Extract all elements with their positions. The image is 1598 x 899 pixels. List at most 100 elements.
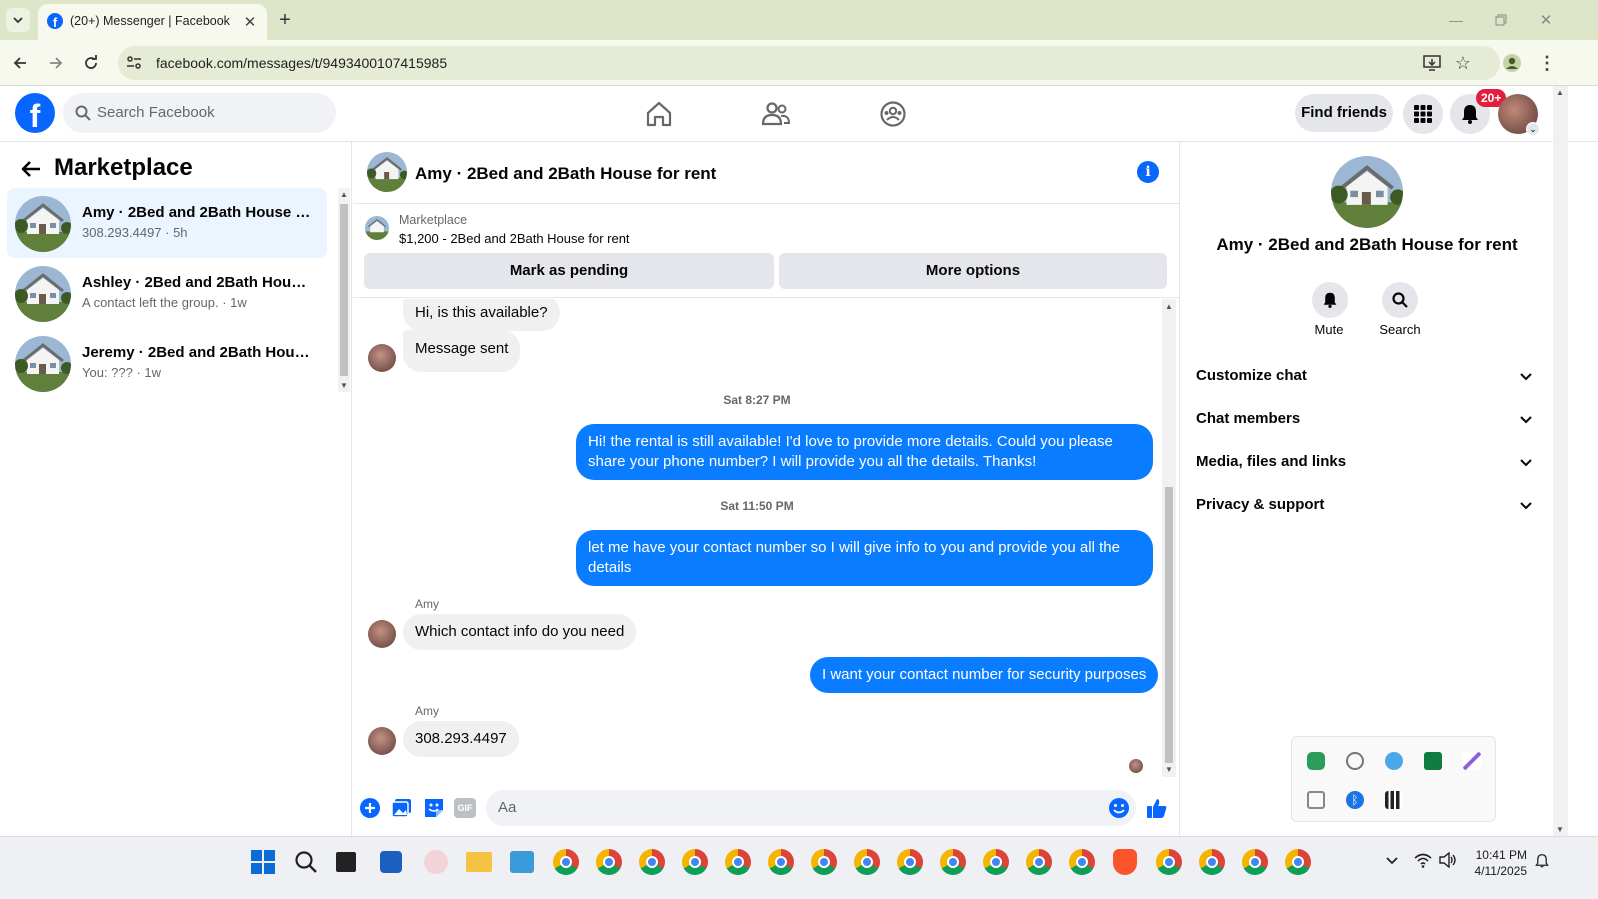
windows-start-icon[interactable]	[251, 850, 275, 874]
conversation-list-scrollbar[interactable]: ▲ ▼	[338, 188, 350, 392]
chrome-icon[interactable]	[768, 849, 794, 875]
info-icon[interactable]: i	[1137, 161, 1159, 183]
window-close-icon[interactable]: ✕	[1534, 8, 1558, 32]
back-arrow-icon[interactable]	[20, 158, 42, 180]
scroll-up-icon[interactable]: ▲	[1556, 88, 1564, 97]
chrome-icon[interactable]	[897, 849, 923, 875]
reload-icon[interactable]	[79, 51, 103, 75]
file-explorer-icon[interactable]	[466, 852, 492, 872]
chrome-icon[interactable]	[1199, 849, 1225, 875]
chat-title[interactable]: Amy · 2Bed and 2Bath House for rent	[415, 164, 716, 184]
facebook-logo-icon[interactable]: f	[15, 93, 55, 133]
find-friends-button[interactable]: Find friends	[1295, 94, 1393, 132]
chrome-icon[interactable]	[811, 849, 837, 875]
home-icon[interactable]	[644, 99, 674, 129]
chrome-icon[interactable]	[639, 849, 665, 875]
scrollbar-thumb[interactable]	[340, 204, 348, 376]
browser-menu-icon[interactable]: ⋮	[1535, 51, 1559, 75]
message-input[interactable]: Aa	[486, 790, 1136, 826]
cloud-tray-icon[interactable]	[1385, 752, 1403, 770]
thumbs-up-icon[interactable]	[1145, 796, 1169, 820]
chat-scrollbar[interactable]: ▲ ▼	[1162, 299, 1176, 777]
amy-avatar[interactable]	[368, 727, 396, 755]
search-in-chat-button[interactable]	[1382, 282, 1418, 318]
scroll-down-icon[interactable]: ▼	[1556, 825, 1564, 834]
wifi-icon[interactable]	[1414, 852, 1432, 868]
sticker-icon[interactable]	[423, 797, 445, 819]
chrome-icon[interactable]	[983, 849, 1009, 875]
task-view-icon[interactable]	[336, 852, 356, 872]
scroll-down-icon[interactable]: ▼	[1165, 765, 1173, 774]
menu-grid-button[interactable]	[1403, 94, 1443, 134]
friends-icon[interactable]	[761, 99, 791, 129]
chrome-icon[interactable]	[1069, 849, 1095, 875]
tab-close-icon[interactable]: ✕	[238, 10, 262, 34]
browser-tab[interactable]: f (20+) Messenger | Facebook ✕	[38, 4, 267, 40]
spreadsheet-tray-icon[interactable]	[1424, 752, 1442, 770]
chat-members-section[interactable]: Chat members	[1196, 400, 1536, 440]
taskbar-search-icon[interactable]	[294, 850, 318, 874]
bookmark-star-icon[interactable]: ☆	[1451, 51, 1475, 75]
conversation-item-ashley[interactable]: Ashley · 2Bed and 2Bath House for rent A…	[7, 258, 327, 328]
chrome-icon[interactable]	[682, 849, 708, 875]
mute-button[interactable]	[1312, 282, 1348, 318]
app-icon[interactable]	[424, 850, 448, 874]
tab-search-icon[interactable]	[6, 8, 30, 32]
media-files-links-section[interactable]: Media, files and links	[1196, 443, 1536, 483]
chrome-icon[interactable]	[553, 849, 579, 875]
chrome-icon[interactable]	[940, 849, 966, 875]
system-clock[interactable]: 10:41 PM 4/11/2025	[1470, 847, 1528, 879]
minimize-icon[interactable]: —	[1444, 8, 1468, 32]
chrome-icon[interactable]	[1026, 849, 1052, 875]
audio-meter-tray-icon[interactable]	[1385, 791, 1403, 809]
scroll-down-icon[interactable]: ▼	[340, 381, 348, 390]
mark-as-pending-button[interactable]: Mark as pending	[364, 253, 774, 289]
restore-icon[interactable]	[1489, 8, 1513, 32]
site-info-icon[interactable]	[122, 51, 146, 75]
chrome-icon[interactable]	[1156, 849, 1182, 875]
conversation-item-jeremy[interactable]: Jeremy · 2Bed and 2Bath House for rent Y…	[7, 328, 327, 398]
bluetooth-icon[interactable]: ᛒ	[1346, 791, 1364, 809]
details-avatar[interactable]	[1331, 156, 1403, 228]
volume-icon[interactable]	[1439, 852, 1457, 868]
install-app-icon[interactable]	[1420, 51, 1444, 75]
terminal-icon[interactable]	[510, 851, 534, 873]
privacy-support-section[interactable]: Privacy & support	[1196, 486, 1536, 526]
scroll-up-icon[interactable]: ▲	[1165, 302, 1173, 311]
emoji-icon[interactable]	[1108, 797, 1130, 819]
account-avatar[interactable]: ⌄	[1498, 94, 1540, 136]
store-icon[interactable]	[380, 851, 402, 873]
tray-overflow-chevron-icon[interactable]	[1384, 853, 1400, 869]
usb-tray-icon[interactable]	[1307, 791, 1325, 809]
customize-chat-section[interactable]: Customize chat	[1196, 357, 1536, 397]
chrome-icon[interactable]	[596, 849, 622, 875]
app-tray-icon[interactable]	[1307, 752, 1325, 770]
scrollbar-thumb[interactable]	[1165, 487, 1173, 763]
gif-icon[interactable]: GIF	[454, 798, 476, 818]
notification-bell-icon[interactable]	[1535, 853, 1549, 869]
profile-icon[interactable]	[1500, 51, 1524, 75]
new-tab-icon[interactable]: +	[273, 8, 297, 32]
pen-tray-icon[interactable]	[1463, 752, 1481, 770]
page-scrollbar[interactable]: ▲ ▼	[1553, 86, 1568, 836]
sync-tray-icon[interactable]	[1346, 752, 1364, 770]
forward-icon[interactable]	[44, 51, 68, 75]
listing-thumbnail[interactable]	[365, 216, 389, 240]
scroll-up-icon[interactable]: ▲	[340, 190, 348, 199]
brave-icon[interactable]	[1113, 849, 1137, 875]
chrome-icon[interactable]	[725, 849, 751, 875]
chrome-icon[interactable]	[854, 849, 880, 875]
chrome-icon[interactable]	[1285, 849, 1311, 875]
add-plus-icon[interactable]	[359, 797, 381, 819]
groups-icon[interactable]	[878, 99, 908, 129]
amy-avatar[interactable]	[368, 620, 396, 648]
amy-avatar[interactable]	[368, 344, 396, 372]
more-options-button[interactable]: More options	[779, 253, 1167, 289]
search-facebook-input[interactable]: Search Facebook	[63, 93, 336, 133]
photo-icon[interactable]	[391, 797, 413, 819]
conversation-item-amy[interactable]: Amy · 2Bed and 2Bath House for rent 308.…	[7, 188, 327, 258]
back-icon[interactable]	[8, 51, 32, 75]
chrome-icon[interactable]	[1242, 849, 1268, 875]
address-bar[interactable]: facebook.com/messages/t/9493400107415985…	[118, 46, 1500, 80]
chat-avatar[interactable]	[367, 152, 407, 192]
